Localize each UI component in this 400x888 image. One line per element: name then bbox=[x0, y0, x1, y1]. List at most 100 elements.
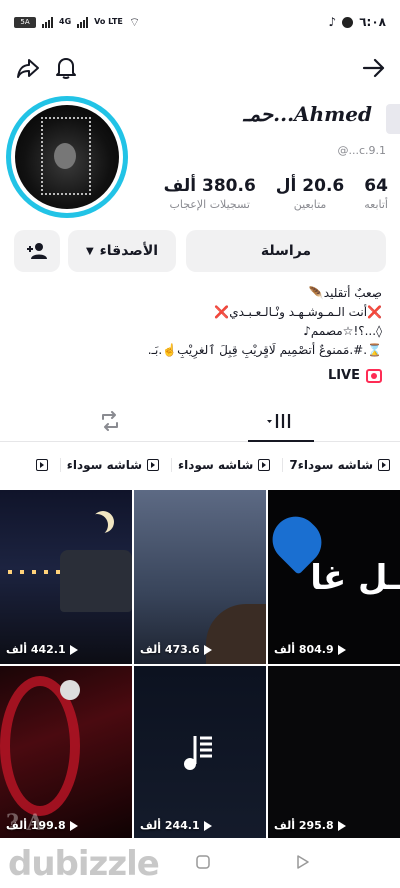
chevron-down-icon: ▼ bbox=[85, 245, 94, 257]
video-thumbnail[interactable]: 295.8 ألف bbox=[268, 666, 400, 840]
view-count: 295.8 ألف bbox=[274, 819, 346, 832]
message-button-label: مراسلة bbox=[260, 243, 312, 259]
live-icon bbox=[366, 368, 382, 383]
video-thumbnail[interactable]: 244.1 ألف bbox=[134, 666, 266, 840]
add-friend-button[interactable] bbox=[14, 230, 60, 272]
back-nav-button[interactable] bbox=[296, 854, 310, 873]
video-thumbnail[interactable]: 473.6 ألف bbox=[134, 490, 266, 664]
content-tabs bbox=[0, 400, 400, 442]
view-count-text: 295.8 ألف bbox=[274, 819, 334, 832]
profile-bio: ڝعبٌ أتقليد🪶 ❌أنت الـمـوشـهـد ونْـالـعـب… bbox=[42, 284, 382, 360]
view-count: 199.8 ألف bbox=[6, 819, 78, 832]
play-icon bbox=[69, 820, 78, 831]
playlist-icon bbox=[147, 459, 160, 471]
play-icon bbox=[337, 644, 346, 655]
playlist-label: شاشه سوداء7 bbox=[289, 458, 373, 472]
tiktok-notify-icon: ♪ bbox=[328, 15, 337, 29]
bio-line: ⌛.#.مَمنوعٌ أتصْمِيم لَاقٍريْبِ قِبِلَ ٱ… bbox=[147, 343, 382, 357]
side-panel-handle[interactable] bbox=[386, 104, 400, 134]
network-type: 4G bbox=[59, 17, 72, 26]
stat-value: 380.6 ألف bbox=[163, 176, 256, 196]
playlist-item[interactable]: شاشه سوداء bbox=[59, 458, 165, 472]
repost-icon bbox=[102, 411, 118, 431]
message-button[interactable]: مراسلة bbox=[186, 230, 386, 272]
view-count-text: 473.6 ألف bbox=[140, 643, 200, 656]
bio-line: ڝعبٌ أتقليد🪶 bbox=[308, 286, 382, 300]
status-bar: 5A 4G Vo LTE ⌔ ♪ ٦:٠٨ bbox=[0, 0, 400, 44]
stat-label: أتابعه bbox=[364, 198, 388, 211]
video-thumbnail[interactable]: 442.1 ألف bbox=[0, 490, 132, 664]
clock: ٦:٠٨ bbox=[359, 15, 386, 29]
stat-label: تسجيلات الإعجاب bbox=[169, 198, 250, 211]
playlist-icon bbox=[35, 459, 48, 471]
playlist-row: شاشه سوداء7 شاشه سوداء شاشه سوداء bbox=[0, 448, 400, 482]
wifi-icon: ⌔ bbox=[128, 14, 141, 29]
signal-icon bbox=[42, 16, 53, 28]
view-count: 442.1 ألف bbox=[6, 643, 78, 656]
stat-value: 64 bbox=[364, 176, 388, 196]
video-grid: 442.1 ألف 473.6 ألف ـل غا 804.9 ألف ? A … bbox=[0, 490, 400, 840]
video-thumbnail[interactable]: ـل غا 804.9 ألف bbox=[268, 490, 400, 664]
music-icon bbox=[180, 732, 220, 772]
active-tab-indicator bbox=[248, 440, 314, 442]
playlist-item[interactable]: شاشه سوداء7 bbox=[282, 458, 396, 472]
bio-line: ❌أنت الـمـوشـهـد ونْـالـعـبـدي❌ bbox=[214, 305, 382, 319]
view-count-text: 442.1 ألف bbox=[6, 643, 66, 656]
playlist-label: شاشه سوداء bbox=[66, 458, 143, 472]
stat-following[interactable]: 64 أتابعه bbox=[364, 176, 388, 211]
avatar[interactable] bbox=[6, 96, 128, 218]
arrow-right-icon[interactable] bbox=[360, 54, 388, 82]
system-nav-bar: dubizzle bbox=[0, 838, 400, 888]
profile-stats: 64 أتابعه 20.6 أل متابعين 380.6 ألف تسجي… bbox=[164, 176, 388, 211]
play-icon bbox=[337, 820, 346, 831]
bio-line: ◊...؟!☆مصمم♪ bbox=[303, 324, 382, 338]
view-count-text: 244.1 ألف bbox=[140, 819, 200, 832]
profile-name: حمـ...Ahmed bbox=[243, 102, 372, 126]
view-count-text: 804.9 ألف bbox=[274, 643, 334, 656]
rock-graphic bbox=[206, 604, 266, 664]
signal-icon-2 bbox=[77, 16, 89, 28]
playlist-label: شاشه سوداء bbox=[178, 458, 254, 472]
view-count: 473.6 ألف bbox=[140, 643, 212, 656]
add-user-icon bbox=[27, 243, 47, 259]
bell-icon[interactable] bbox=[52, 54, 80, 82]
view-count-text: 199.8 ألف bbox=[6, 819, 66, 832]
play-icon bbox=[203, 644, 212, 655]
view-count: 804.9 ألف bbox=[274, 643, 346, 656]
avatar-figure bbox=[54, 143, 76, 169]
profile-handle: @...c.9.1 bbox=[337, 144, 386, 157]
live-link[interactable]: LIVE bbox=[328, 368, 382, 383]
home-nav-button[interactable] bbox=[196, 854, 210, 873]
car-graphic bbox=[60, 550, 132, 612]
stat-likes[interactable]: 380.6 ألف تسجيلات الإعجاب bbox=[164, 176, 256, 211]
orb-graphic bbox=[60, 680, 80, 700]
thumbnail-text: ـل غا bbox=[310, 558, 400, 598]
playlist-item[interactable] bbox=[30, 459, 54, 471]
stat-label: متابعين bbox=[293, 198, 327, 211]
moon-graphic bbox=[86, 514, 108, 536]
playlist-icon bbox=[258, 459, 271, 471]
volte-label: Vo LTE bbox=[94, 17, 123, 26]
friends-button-label: الأصدقاء bbox=[99, 243, 159, 259]
avatar-image bbox=[15, 105, 119, 209]
battery-icon: 5A bbox=[14, 16, 36, 28]
video-thumbnail[interactable]: ? A 199.8 ألف bbox=[0, 666, 132, 840]
status-left: 5A 4G Vo LTE ⌔ bbox=[14, 15, 140, 30]
play-icon bbox=[69, 644, 78, 655]
live-label: LIVE bbox=[327, 368, 360, 383]
playlist-item[interactable]: شاشه سوداء bbox=[171, 458, 276, 472]
status-right: ♪ ٦:٠٨ bbox=[329, 15, 386, 29]
tab-videos[interactable] bbox=[180, 400, 380, 442]
play-icon bbox=[203, 820, 212, 831]
stat-followers[interactable]: 20.6 أل متابعين bbox=[276, 176, 344, 211]
playlist-icon bbox=[378, 459, 390, 471]
facebook-notify-icon bbox=[342, 16, 354, 28]
dubizzle-watermark: dubizzle bbox=[8, 844, 160, 884]
grid-icon bbox=[267, 414, 291, 428]
battery-text: 5A bbox=[20, 18, 30, 26]
friends-button[interactable]: ▼ الأصدقاء bbox=[68, 230, 176, 272]
stat-value: 20.6 أل bbox=[275, 176, 345, 196]
share-icon[interactable] bbox=[14, 54, 42, 82]
avatar-border bbox=[11, 101, 123, 213]
top-nav bbox=[0, 50, 400, 86]
